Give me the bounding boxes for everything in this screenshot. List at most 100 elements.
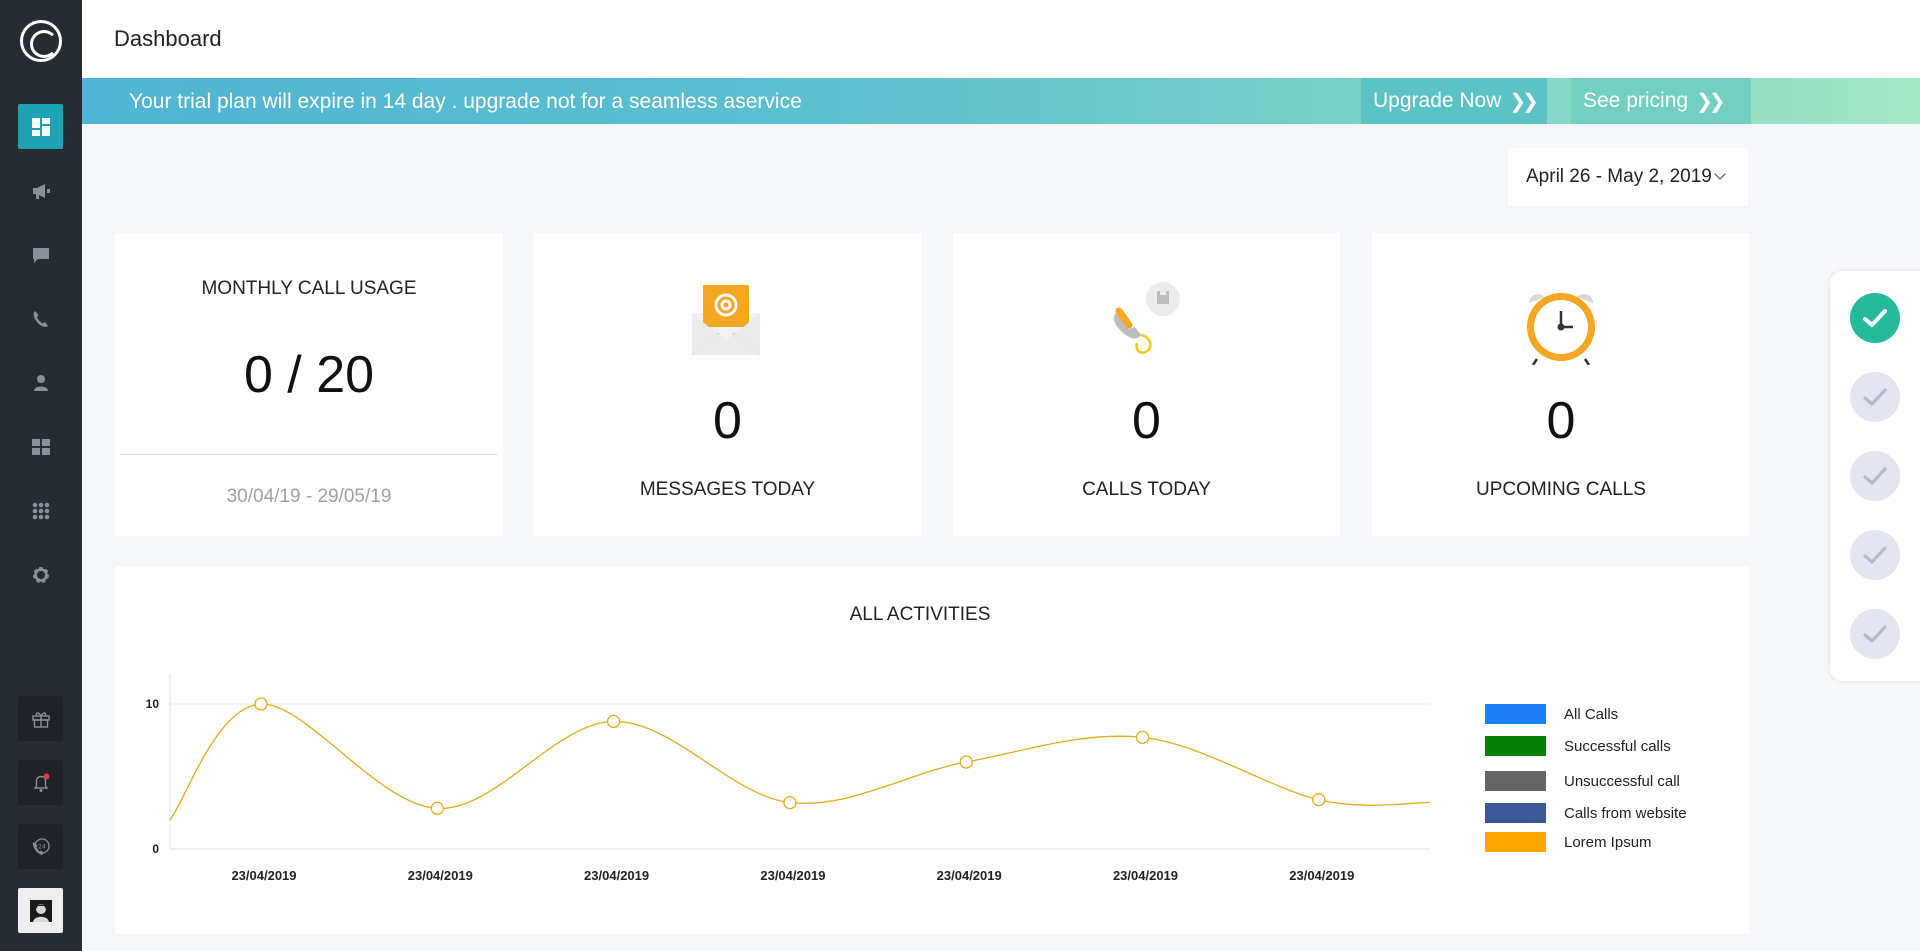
messages-today-label: MESSAGES TODAY: [639, 479, 816, 500]
widgets-nav-button[interactable]: [18, 424, 63, 469]
legend-item[interactable]: Unsuccessful call: [1485, 771, 1680, 791]
x-tick-label: 23/04/2019: [760, 868, 825, 883]
bell-icon: [33, 773, 49, 792]
checkmark-icon: [1863, 388, 1887, 406]
x-tick-label: 23/04/2019: [937, 868, 1002, 883]
legend-item[interactable]: All Calls: [1485, 704, 1618, 724]
checklist-step[interactable]: [1850, 293, 1900, 343]
usage-period: 30/04/19 - 29/05/19: [226, 486, 392, 507]
apps-nav-button[interactable]: [18, 488, 63, 533]
legend-item[interactable]: Calls from website: [1485, 803, 1687, 823]
phone-call-icon: [1113, 282, 1180, 354]
legend-swatch: [1485, 704, 1546, 724]
legend-label: All Calls: [1564, 705, 1619, 723]
calls-nav-button[interactable]: [18, 296, 63, 341]
upcoming-calls-card: 0 UPCOMING CALLS: [1372, 233, 1750, 536]
monthly-call-usage-card: MONTHLY CALL USAGE 0 / 20 30/04/19 - 29/…: [115, 233, 503, 536]
activities-line-chart: 0 10 23/04/2019 23/04/2019 23/04/2019 23/04/2…: [146, 674, 1431, 883]
widgets-icon: [31, 438, 50, 455]
data-point: [606, 714, 621, 729]
campaigns-nav-button[interactable]: [18, 168, 63, 213]
dashboard-icon: [31, 117, 50, 136]
onboarding-checklist: [1830, 271, 1920, 681]
y-tick-label: 10: [146, 697, 160, 711]
y-tick-label: 0: [152, 842, 159, 856]
gift-icon: [31, 711, 50, 728]
gift-button[interactable]: [18, 696, 63, 741]
data-point: [430, 801, 444, 816]
phone-24-icon: 24: [32, 837, 50, 855]
chat-icon: [32, 247, 49, 263]
data-point: [783, 795, 797, 810]
monthly-call-usage-value: 0 / 20: [243, 346, 375, 404]
legend-swatch: [1485, 832, 1546, 852]
double-chevron-right-icon: ❯❯: [1696, 90, 1725, 113]
data-point: [1135, 730, 1150, 745]
megaphone-icon: [32, 183, 50, 199]
legend-swatch: [1485, 803, 1546, 823]
notifications-button[interactable]: [18, 760, 63, 805]
messages-today-value: 0: [713, 392, 742, 450]
calls-today-value: 0: [1132, 392, 1161, 450]
all-activities-chart-card: ALL ACTIVITIES 0 10 23/04/2019 23/04/2019 23…: [115, 566, 1750, 934]
data-point: [959, 755, 973, 769]
x-tick-label: 23/04/2019: [408, 868, 473, 883]
gear-icon: [32, 566, 49, 583]
legend-item[interactable]: Lorem Ipsum: [1485, 832, 1652, 852]
avatar: [29, 899, 52, 922]
alarm-clock-icon: [1527, 293, 1595, 365]
checklist-step[interactable]: [1850, 609, 1900, 659]
app-logo[interactable]: [20, 20, 62, 62]
upgrade-now-button[interactable]: Upgrade Now ❯❯: [1361, 78, 1547, 124]
monthly-call-usage-label: MONTHLY CALL USAGE: [201, 278, 417, 299]
x-tick-label: 23/04/2019: [1113, 868, 1178, 883]
x-tick-label: 23/04/2019: [231, 868, 296, 883]
checkmark-icon: [1863, 309, 1887, 327]
dashboard-nav-button[interactable]: [18, 104, 63, 149]
data-point: [254, 697, 268, 711]
upgrade-now-label: Upgrade Now: [1373, 89, 1502, 112]
legend-label: Lorem Ipsum: [1564, 833, 1652, 851]
user-avatar-button[interactable]: [18, 888, 63, 933]
contacts-nav-button[interactable]: [18, 360, 63, 405]
checkmark-icon: [1863, 546, 1887, 564]
svg-text:24: 24: [38, 843, 46, 850]
user-icon: [33, 374, 48, 391]
page-title: Dashboard: [114, 26, 222, 51]
phone-icon: [33, 310, 48, 327]
apps-grid-icon: [32, 502, 49, 519]
date-range-label: April 26 - May 2, 2019: [1526, 166, 1712, 187]
trial-banner-text: Your trial plan will expire in 14 day . …: [129, 90, 802, 113]
legend-label: Calls from website: [1564, 804, 1687, 822]
chat-nav-button[interactable]: [18, 232, 63, 277]
date-range-picker[interactable]: April 26 - May 2, 2019: [1508, 148, 1748, 206]
checklist-step[interactable]: [1850, 451, 1900, 501]
messages-today-card: 0 MESSAGES TODAY: [534, 233, 921, 536]
chevron-down-icon: [1714, 168, 1726, 180]
double-chevron-right-icon: ❯❯: [1509, 90, 1538, 113]
checkmark-icon: [1863, 625, 1887, 643]
legend-item[interactable]: Successful calls: [1485, 736, 1671, 756]
legend-label: Successful calls: [1564, 737, 1671, 755]
top-header: Dashboard: [82, 0, 1920, 78]
legend-swatch: [1485, 736, 1546, 756]
legend-swatch: [1485, 771, 1546, 791]
trial-banner: Your trial plan will expire in 14 day . …: [82, 78, 1920, 124]
see-pricing-label: See pricing: [1583, 89, 1689, 112]
data-point: [1312, 793, 1326, 807]
x-tick-label: 23/04/2019: [584, 868, 649, 883]
sidebar: 24: [0, 0, 82, 951]
upcoming-calls-label: UPCOMING CALLS: [1476, 479, 1646, 500]
settings-nav-button[interactable]: [18, 552, 63, 597]
series-line: [169, 703, 1431, 821]
legend-label: Unsuccessful call: [1564, 772, 1680, 790]
card-divider: [120, 454, 498, 455]
checklist-step[interactable]: [1850, 372, 1900, 422]
checklist-step[interactable]: [1850, 530, 1900, 580]
x-tick-label: 23/04/2019: [1289, 868, 1354, 883]
support-24-button[interactable]: 24: [18, 824, 63, 869]
calls-today-card: 0 CALLS TODAY: [953, 233, 1340, 536]
upcoming-calls-value: 0: [1546, 392, 1576, 450]
email-icon: [691, 285, 761, 356]
see-pricing-button[interactable]: See pricing ❯❯: [1571, 78, 1751, 124]
